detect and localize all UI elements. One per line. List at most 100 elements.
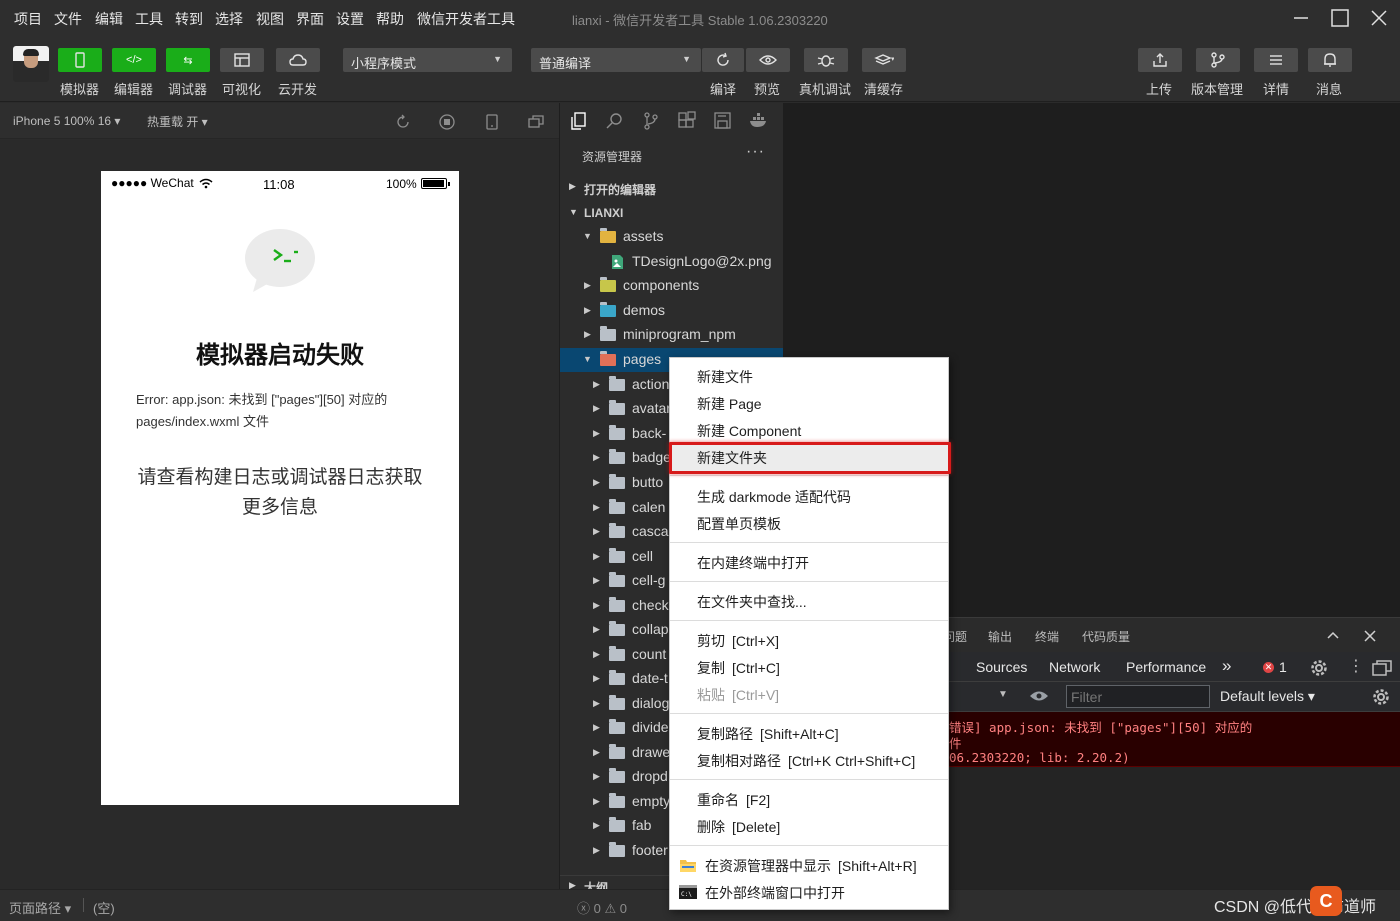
upload-button[interactable] xyxy=(1138,48,1182,72)
maximize-icon[interactable] xyxy=(1328,6,1352,30)
tree-item-components[interactable]: ▶ components xyxy=(560,274,784,298)
stop-icon[interactable] xyxy=(438,113,456,131)
explorer-icon xyxy=(680,860,696,872)
details-button[interactable] xyxy=(1254,48,1298,72)
menu-project[interactable]: 项目 xyxy=(14,9,42,29)
menu-tools[interactable]: 工具 xyxy=(135,9,163,29)
close-panel-icon[interactable] xyxy=(1363,629,1377,643)
cloud-toggle-button[interactable] xyxy=(276,48,320,72)
docker-icon[interactable] xyxy=(749,111,769,131)
menu-help[interactable]: 帮助 xyxy=(376,9,404,29)
menu-copy-path[interactable]: 复制路径 [Shift+Alt+C] xyxy=(670,720,948,747)
console-filter-input[interactable] xyxy=(1066,685,1210,708)
version-button[interactable] xyxy=(1196,48,1240,72)
clear-cache-button[interactable]: ▾ xyxy=(862,48,906,72)
menu-single-page-template[interactable]: 配置单页模板 xyxy=(670,510,948,537)
folder-icon xyxy=(609,670,625,685)
mode-select[interactable]: 小程序模式 ▼ xyxy=(343,48,512,72)
menu-label: 删除 xyxy=(697,819,725,835)
tab-terminal[interactable]: 终端 xyxy=(1035,628,1059,645)
visual-toggle-button[interactable] xyxy=(220,48,264,72)
chevron-up-icon[interactable] xyxy=(1326,629,1340,641)
remote-debug-button[interactable] xyxy=(804,48,848,72)
error-count[interactable]: 1 xyxy=(1279,659,1287,675)
gear-icon[interactable] xyxy=(1310,659,1328,677)
menu-new-page[interactable]: 新建 Page xyxy=(670,390,948,417)
menu-rename[interactable]: 重命名 [F2] xyxy=(670,786,948,813)
menu-copy[interactable]: 复制 [Ctrl+C] xyxy=(670,654,948,681)
menu-wechat-devtools[interactable]: 微信开发者工具 xyxy=(417,9,515,29)
menu-select[interactable]: 选择 xyxy=(215,9,243,29)
menu-interface[interactable]: 界面 xyxy=(296,9,324,29)
minimize-icon[interactable] xyxy=(1289,6,1313,30)
page-path-select[interactable]: 页面路径 ▾ xyxy=(9,898,71,917)
tab-performance[interactable]: Performance xyxy=(1126,659,1206,675)
menu-new-file[interactable]: 新建文件 xyxy=(670,363,948,390)
tab-sources[interactable]: Sources xyxy=(976,659,1027,675)
menu-edit[interactable]: 编辑 xyxy=(95,9,123,29)
extensions-icon[interactable] xyxy=(677,111,697,131)
files-icon[interactable] xyxy=(569,111,589,131)
source-control-icon[interactable] xyxy=(641,111,661,131)
dock-icon[interactable] xyxy=(1372,659,1392,677)
log-levels-value: Default levels xyxy=(1220,688,1305,704)
menu-delete[interactable]: 删除 [Delete] xyxy=(670,813,948,840)
menu-find-in-folder[interactable]: 在文件夹中查找... xyxy=(670,588,948,615)
menu-view[interactable]: 视图 xyxy=(256,9,284,29)
debugger-toggle-button[interactable]: ⇆ xyxy=(166,48,210,72)
device-select[interactable]: iPhone 5 100% 16 ▾ xyxy=(13,114,120,128)
messages-button[interactable] xyxy=(1308,48,1352,72)
tree-item-label: empty xyxy=(632,793,671,809)
tree-item-tdesign-logo[interactable]: TDesignLogo@2x.png xyxy=(560,250,784,274)
problems-count[interactable]: ⓧ 0 ⚠ 0 xyxy=(577,898,627,917)
editor-label: 编辑器 xyxy=(114,82,154,97)
rotate-icon[interactable] xyxy=(394,113,412,131)
menu-copy-relative-path[interactable]: 复制相对路径 [Ctrl+K Ctrl+Shift+C] xyxy=(670,747,948,774)
tree-item-demos[interactable]: ▶ demos xyxy=(560,299,784,323)
compile-select[interactable]: 普通编译 ▼ xyxy=(531,48,701,72)
simulator-toggle-button[interactable] xyxy=(58,48,102,72)
eye-icon[interactable] xyxy=(1029,689,1049,703)
detach-window-icon[interactable] xyxy=(527,113,545,131)
hot-reload-select[interactable]: 热重载 开 ▾ xyxy=(147,113,208,130)
eye-icon xyxy=(759,55,777,65)
project-section[interactable]: ▼ LIANXI xyxy=(560,202,784,224)
menu-settings[interactable]: 设置 xyxy=(336,9,364,29)
status-battery-text: 100% xyxy=(386,177,417,191)
menu-goto[interactable]: 转到 xyxy=(175,9,203,29)
menu-icon xyxy=(1270,55,1282,65)
chevron-right-icon: ▶ xyxy=(593,747,600,757)
search-icon[interactable] xyxy=(605,111,625,131)
menu-reveal-in-explorer[interactable]: 在资源管理器中显示 [Shift+Alt+R] xyxy=(670,852,948,879)
editor-toggle-button[interactable]: </> xyxy=(112,48,156,72)
menu-open-external-terminal[interactable]: C:\ 在外部终端窗口中打开 xyxy=(670,879,948,906)
menu-label: 重命名 xyxy=(697,792,739,808)
kebab-icon[interactable]: ⋮ xyxy=(1348,656,1364,676)
close-icon[interactable] xyxy=(1367,6,1391,30)
open-editors-section[interactable]: ▶ 打开的编辑器 xyxy=(560,177,784,199)
tab-code-quality[interactable]: 代码质量 xyxy=(1082,628,1130,645)
chevron-right-icon: ▶ xyxy=(593,477,600,487)
more-icon[interactable]: ··· xyxy=(746,143,765,161)
console-settings-icon[interactable] xyxy=(1372,688,1390,706)
log-levels-select[interactable]: Default levels ▾ xyxy=(1220,688,1315,705)
watermark: CSDN @低代码布道师 xyxy=(1214,899,1377,916)
context-dropdown-icon[interactable]: ▼ xyxy=(998,689,1008,700)
menu-new-component[interactable]: 新建 Component xyxy=(670,417,948,444)
simulator-toolbar: iPhone 5 100% 16 ▾ 热重载 开 ▾ xyxy=(0,103,559,139)
more-tabs-icon[interactable]: » xyxy=(1222,656,1231,676)
tree-item-assets[interactable]: ▼ assets xyxy=(560,225,784,249)
tab-network[interactable]: Network xyxy=(1049,659,1100,675)
menu-darkmode[interactable]: 生成 darkmode 适配代码 xyxy=(670,483,948,510)
avatar[interactable] xyxy=(13,46,49,82)
menu-label: 新建文件 xyxy=(697,369,753,385)
tree-item-miniprogram-npm[interactable]: ▶ miniprogram_npm xyxy=(560,323,784,347)
menu-cut[interactable]: 剪切 [Ctrl+X] xyxy=(670,627,948,654)
compile-button[interactable] xyxy=(702,48,744,72)
preview-button[interactable] xyxy=(746,48,790,72)
menu-file[interactable]: 文件 xyxy=(54,9,82,29)
menu-open-in-terminal[interactable]: 在内建终端中打开 xyxy=(670,549,948,576)
save-icon[interactable] xyxy=(713,111,733,131)
tab-output[interactable]: 输出 xyxy=(988,628,1012,645)
phone-frame-icon[interactable] xyxy=(483,113,501,131)
